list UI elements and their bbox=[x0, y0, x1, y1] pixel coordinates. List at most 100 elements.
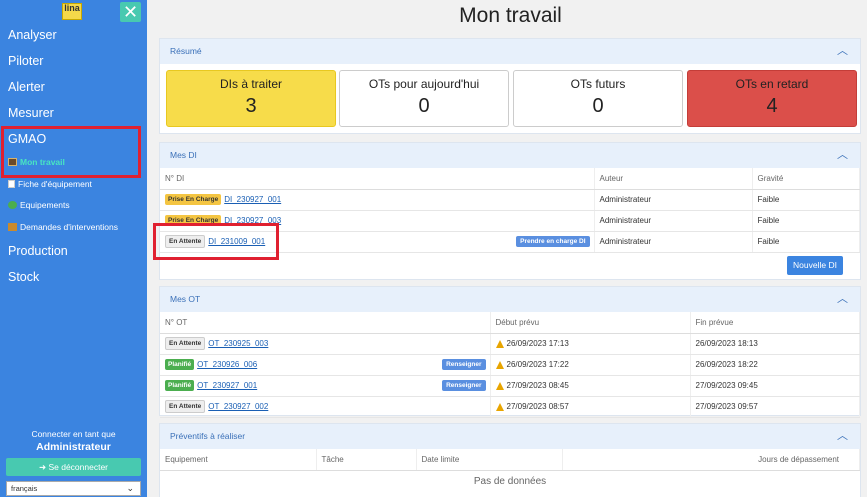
card-value: 3 bbox=[245, 95, 257, 117]
end-cell: 27/09/2023 09:45 bbox=[690, 375, 860, 397]
author-cell: Administrateur bbox=[594, 231, 753, 253]
ot-link[interactable]: OT_230926_006 bbox=[197, 360, 257, 369]
table-row: Planifié OT_230926_006 Renseigner 26/09/2… bbox=[160, 354, 860, 376]
page-title: Mon travail bbox=[459, 4, 562, 27]
document-icon bbox=[8, 180, 15, 188]
preventifs-panel: Préventifs à réaliser ︿ Equipement Tâche… bbox=[159, 423, 861, 497]
chevron-up-icon[interactable]: ︿ bbox=[837, 287, 848, 312]
preventifs-header[interactable]: Préventifs à réaliser ︿ bbox=[160, 424, 860, 449]
card-ots-en-retard[interactable]: OTs en retard 4 bbox=[687, 70, 857, 127]
start-value: 27/09/2023 08:45 bbox=[506, 381, 569, 390]
author-cell: Administrateur bbox=[594, 210, 753, 232]
logout-label: Se déconnecter bbox=[48, 462, 109, 472]
card-label: DIs à traiter bbox=[219, 77, 282, 91]
warning-icon bbox=[495, 339, 504, 348]
table-row: En Attente OT_230927_002 27/09/2023 08:57… bbox=[160, 396, 860, 418]
language-select[interactable]: français ⌄ bbox=[6, 481, 141, 496]
column-header[interactable]: Auteur bbox=[594, 168, 753, 190]
nav-mesurer[interactable]: Mesurer bbox=[8, 106, 54, 120]
column-header[interactable]: N° OT bbox=[160, 312, 491, 334]
highlight-box-gmao bbox=[1, 126, 141, 178]
card-ots-aujourdhui[interactable]: OTs pour aujourd'hui 0 bbox=[339, 70, 509, 127]
chevron-up-icon[interactable]: ︿ bbox=[837, 39, 848, 64]
lina-logo: lina bbox=[62, 3, 82, 20]
chevron-up-icon[interactable]: ︿ bbox=[837, 143, 848, 168]
sub-item-equipements[interactable]: Equipements bbox=[8, 200, 70, 210]
ot-link[interactable]: OT_230927_002 bbox=[208, 402, 268, 411]
new-di-button[interactable]: Nouvelle DI bbox=[787, 256, 843, 275]
renseigner-button[interactable]: Renseigner bbox=[442, 358, 486, 370]
connected-user: Administrateur bbox=[36, 441, 111, 453]
ot-cell: Planifié OT_230926_006 Renseigner bbox=[160, 354, 491, 376]
card-dis-a-traiter[interactable]: DIs à traiter 3 bbox=[166, 70, 336, 127]
column-header[interactable]: Date limite bbox=[416, 449, 563, 471]
language-value: français bbox=[11, 484, 38, 493]
column-header[interactable]: Début prévu bbox=[490, 312, 691, 334]
table-row: En Attente OT_230925_003 26/09/2023 17:13… bbox=[160, 333, 860, 355]
ot-link[interactable]: OT_230927_001 bbox=[197, 381, 257, 390]
panel-title: Mes OT bbox=[170, 294, 201, 304]
column-header[interactable]: N° DI bbox=[160, 168, 595, 190]
di-cell: Prise En Charge DI_230927_001 bbox=[160, 189, 595, 211]
panel-title: Résumé bbox=[170, 46, 202, 56]
sub-item-fiche-equipement[interactable]: Fiche d'équipement bbox=[8, 179, 92, 189]
gravity-cell: Faible bbox=[752, 210, 860, 232]
warning-icon bbox=[495, 402, 504, 411]
gravity-cell: Faible bbox=[752, 189, 860, 211]
wrench-icon bbox=[8, 223, 17, 231]
nav-analyser[interactable]: Analyser bbox=[8, 28, 57, 42]
nav-alerter[interactable]: Alerter bbox=[8, 80, 45, 94]
sub-item-label: Demandes d'interventions bbox=[20, 222, 119, 232]
start-value: 26/09/2023 17:13 bbox=[506, 339, 569, 348]
end-cell: 27/09/2023 09:57 bbox=[690, 396, 860, 418]
column-header[interactable]: Tâche bbox=[316, 449, 417, 471]
status-badge: En Attente bbox=[165, 337, 206, 350]
nav-production[interactable]: Production bbox=[8, 244, 68, 258]
card-label: OTs pour aujourd'hui bbox=[368, 77, 480, 91]
column-header[interactable]: Jours de dépassement bbox=[562, 449, 860, 471]
ot-cell: En Attente OT_230927_002 bbox=[160, 396, 491, 418]
card-ots-futurs[interactable]: OTs futurs 0 bbox=[513, 70, 683, 127]
ot-table: N° OT Début prévu Fin prévue En Attente O… bbox=[160, 312, 860, 418]
ot-cell: Planifié OT_230927_001 Renseigner bbox=[160, 375, 491, 397]
end-cell: 26/09/2023 18:22 bbox=[690, 354, 860, 376]
panel-title: Préventifs à réaliser bbox=[170, 431, 246, 441]
ot-cell: En Attente OT_230925_003 bbox=[160, 333, 491, 355]
card-value: 4 bbox=[766, 95, 778, 117]
sub-item-demandes-interventions[interactable]: Demandes d'interventions bbox=[8, 222, 118, 232]
di-link[interactable]: DI_230927_001 bbox=[224, 195, 281, 204]
mes-di-header[interactable]: Mes DI ︿ bbox=[160, 143, 860, 168]
ot-link[interactable]: OT_230925_003 bbox=[208, 339, 268, 348]
start-cell: 26/09/2023 17:13 bbox=[490, 333, 691, 355]
start-value: 27/09/2023 08:57 bbox=[506, 402, 569, 411]
sub-item-label: Fiche d'équipement bbox=[18, 179, 92, 189]
status-badge: Planifié bbox=[165, 359, 195, 370]
mes-ot-header[interactable]: Mes OT ︿ bbox=[160, 287, 860, 312]
column-header[interactable]: Fin prévue bbox=[690, 312, 860, 334]
chevron-down-icon: ⌄ bbox=[126, 483, 134, 493]
column-header[interactable]: Equipement bbox=[160, 449, 317, 471]
nav-stock[interactable]: Stock bbox=[8, 270, 39, 284]
chevron-up-icon[interactable]: ︿ bbox=[837, 424, 848, 449]
renseigner-button[interactable]: Renseigner bbox=[442, 379, 486, 391]
logout-button[interactable]: ➜ Se déconnecter bbox=[6, 458, 141, 476]
gravity-cell: Faible bbox=[752, 231, 860, 253]
empty-state: Pas de données bbox=[473, 475, 547, 487]
status-badge: Planifié bbox=[165, 380, 195, 391]
warning-icon bbox=[495, 360, 504, 369]
sidebar: lina ✕ Analyser Piloter Alerter Mesurer … bbox=[0, 0, 147, 497]
mes-ot-panel: Mes OT ︿ N° OT Début prévu Fin prévue En… bbox=[159, 286, 861, 418]
card-label: OTs en retard bbox=[735, 77, 809, 91]
highlight-box-di bbox=[153, 223, 279, 260]
close-sidebar-button[interactable]: ✕ bbox=[120, 2, 141, 22]
column-header[interactable]: Gravité bbox=[752, 168, 860, 190]
resume-header[interactable]: Résumé ︿ bbox=[160, 39, 860, 64]
sub-item-label: Equipements bbox=[20, 200, 70, 210]
nav-piloter[interactable]: Piloter bbox=[8, 54, 43, 68]
prendre-en-charge-button[interactable]: Prendre en charge DI bbox=[516, 235, 590, 247]
warning-icon bbox=[495, 381, 504, 390]
start-cell: 27/09/2023 08:57 bbox=[490, 396, 691, 418]
connect-label: Connecter en tant que bbox=[31, 429, 116, 439]
status-badge: Prise En Charge bbox=[165, 194, 222, 205]
table-row: Prise En Charge DI_230927_001 Administrat… bbox=[160, 189, 860, 211]
